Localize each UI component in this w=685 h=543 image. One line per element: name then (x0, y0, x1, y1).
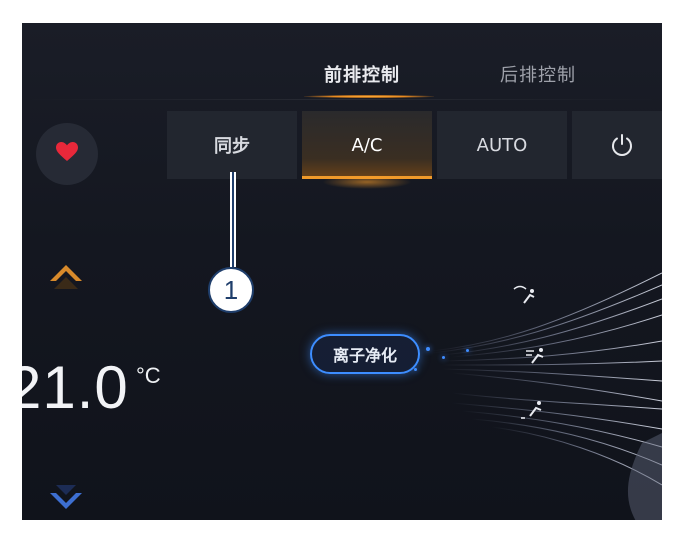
ion-purification-button[interactable]: 离子净化 (310, 334, 420, 374)
face-airflow-icon[interactable] (522, 343, 548, 365)
sync-button[interactable]: 同步 (167, 111, 297, 179)
power-button[interactable] (572, 111, 662, 179)
ac-button[interactable]: A/C (302, 111, 432, 189)
favorite-button[interactable] (36, 123, 98, 185)
tab-front-control[interactable]: 前排控制 (324, 61, 400, 87)
temperature-value: 21.0 (22, 354, 129, 421)
chevron-down-icon[interactable] (46, 483, 86, 519)
active-tab-indicator (304, 95, 434, 98)
ion-particle (442, 356, 445, 359)
heart-icon (56, 142, 78, 161)
defrost-airflow-icon[interactable] (512, 283, 538, 305)
callout-number-badge: 1 (208, 267, 254, 313)
temperature-unit: °C (136, 363, 161, 388)
power-icon (612, 134, 632, 156)
header-divider (22, 99, 662, 100)
foot-airflow-icon[interactable] (518, 398, 544, 420)
ion-particle (466, 349, 469, 352)
ion-particle (414, 368, 417, 371)
callout-leader-line (230, 172, 236, 267)
climate-control-screen: 前排控制 后排控制 同步 A/C AUTO 21.0 °C 离子净化 1 (22, 23, 662, 520)
tab-rear-control[interactable]: 后排控制 (500, 61, 576, 87)
ion-particle (426, 347, 430, 351)
chevron-up-icon[interactable] (46, 255, 86, 291)
auto-button[interactable]: AUTO (437, 111, 567, 179)
airflow-visualization (431, 272, 662, 520)
